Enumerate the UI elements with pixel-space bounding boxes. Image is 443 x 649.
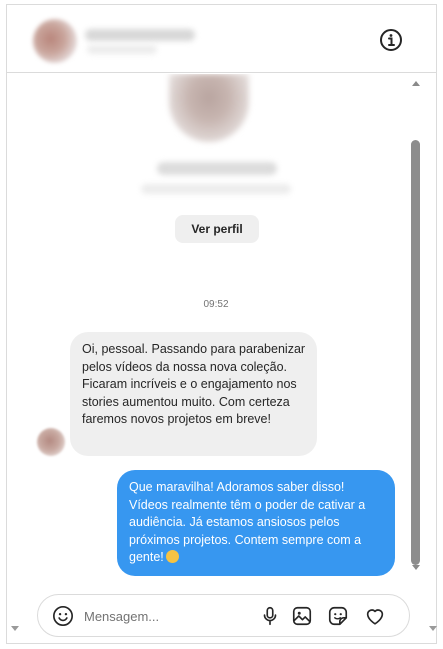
chat-header: [7, 5, 436, 73]
scrollbar-thumb[interactable]: [411, 140, 420, 565]
contact-avatar[interactable]: [33, 19, 77, 63]
sticker-icon[interactable]: [327, 605, 349, 627]
message-input[interactable]: [84, 607, 244, 625]
outer-scroll-down-arrow-icon[interactable]: [11, 626, 19, 631]
contact-username-blurred: [87, 45, 157, 54]
outer-scroll-down-arrow-right-icon[interactable]: [429, 626, 437, 631]
message-composer: [37, 594, 410, 637]
microphone-icon[interactable]: [259, 605, 281, 627]
outgoing-message[interactable]: Que maravilha! Adoramos saber disso! Víd…: [117, 470, 395, 576]
scroll-up-arrow-icon[interactable]: [412, 81, 420, 86]
profile-subtitle-blurred: [141, 184, 291, 194]
scroll-down-arrow-icon[interactable]: [412, 565, 420, 570]
chat-window: Ver perfil 09:52 Oi, pessoal. Passando p…: [6, 4, 437, 644]
info-icon[interactable]: [379, 28, 403, 52]
image-icon[interactable]: [291, 605, 313, 627]
message-timestamp: 09:52: [203, 299, 229, 310]
heart-icon[interactable]: [364, 605, 386, 627]
sad-face-emoji-icon: [165, 550, 179, 563]
emoji-icon[interactable]: [52, 605, 74, 627]
message-thread[interactable]: Ver perfil 09:52 Oi, pessoal. Passando p…: [7, 74, 436, 620]
outgoing-message-text: Que maravilha! Adoramos saber disso! Víd…: [129, 480, 366, 564]
incoming-message-text: Oi, pessoal. Passando para parabenizar p…: [82, 342, 306, 426]
contact-name-blurred[interactable]: [85, 29, 195, 41]
view-profile-button[interactable]: Ver perfil: [175, 215, 259, 243]
profile-name-blurred: [157, 162, 277, 175]
profile-avatar: [169, 74, 249, 142]
sender-avatar[interactable]: [37, 428, 65, 456]
incoming-message[interactable]: Oi, pessoal. Passando para parabenizar p…: [70, 332, 317, 456]
